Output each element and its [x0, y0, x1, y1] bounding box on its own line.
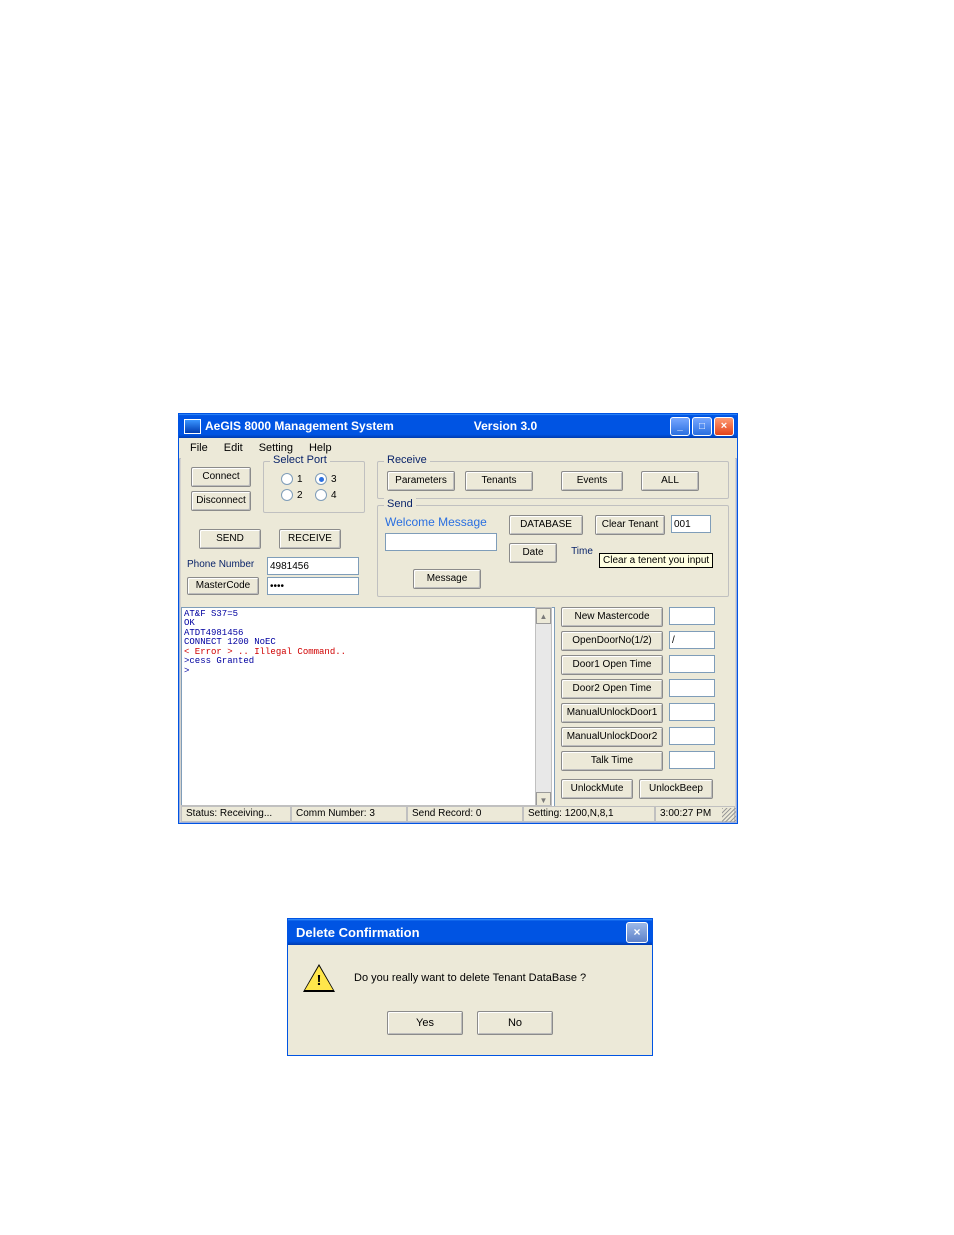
client-area: Connect Disconnect Select Port 1 3 2 4 S… — [181, 457, 735, 807]
mastercode-input[interactable] — [267, 577, 359, 595]
terminal-output: AT&F S37=5 OK ATDT4981456 CONNECT 1200 N… — [181, 607, 555, 809]
receive-button[interactable]: RECEIVE — [279, 529, 341, 549]
delete-confirmation-dialog: Delete Confirmation × ! Do you really wa… — [287, 918, 653, 1056]
main-window: AeGIS 8000 Management System Version 3.0… — [178, 413, 738, 824]
send-button[interactable]: SEND — [199, 529, 261, 549]
yes-button[interactable]: Yes — [387, 1011, 463, 1035]
maximize-icon[interactable]: □ — [692, 417, 712, 436]
door1-open-time-button[interactable]: Door1 Open Time — [561, 655, 663, 675]
status-setting: Setting: 1200,N,8,1 — [523, 806, 655, 822]
dialog-title: Delete Confirmation — [296, 925, 420, 940]
send-group-label: Send — [384, 498, 416, 510]
scroll-up-icon[interactable]: ▲ — [536, 608, 551, 624]
close-icon[interactable]: × — [714, 417, 734, 436]
port-1-radio[interactable]: 1 — [281, 473, 303, 485]
select-port-label: Select Port — [270, 454, 330, 466]
message-button[interactable]: Message — [413, 569, 481, 589]
connect-button[interactable]: Connect — [191, 467, 251, 487]
tenants-button[interactable]: Tenants — [465, 471, 533, 491]
no-button[interactable]: No — [477, 1011, 553, 1035]
dialog-title-bar[interactable]: Delete Confirmation × — [288, 919, 652, 945]
terminal-vscroll[interactable]: ▲ ▼ — [535, 607, 552, 807]
welcome-label: Welcome Message — [385, 515, 487, 529]
manual-unlock-door1-button[interactable]: ManualUnlockDoor1 — [561, 703, 663, 723]
app-icon — [184, 419, 201, 434]
menu-file[interactable]: File — [183, 441, 215, 455]
warning-icon: ! — [302, 963, 336, 993]
door2-open-time-input[interactable] — [669, 679, 715, 697]
menu-setting[interactable]: Setting — [252, 441, 300, 455]
status-sendrecord: Send Record: 0 — [407, 806, 523, 822]
talk-time-button[interactable]: Talk Time — [561, 751, 663, 771]
welcome-input[interactable] — [385, 533, 497, 551]
port-3-radio[interactable]: 3 — [315, 473, 337, 485]
time-label: Time — [565, 543, 599, 561]
phone-label: Phone Number — [187, 559, 254, 570]
new-mastercode-button[interactable]: New Mastercode — [561, 607, 663, 627]
open-door-button[interactable]: OpenDoorNo(1/2) — [561, 631, 663, 651]
port-4-radio[interactable]: 4 — [315, 489, 337, 501]
minimize-icon[interactable]: _ — [670, 417, 690, 436]
database-button[interactable]: DATABASE — [509, 515, 583, 535]
manual-unlock-door1-input[interactable] — [669, 703, 715, 721]
menu-edit[interactable]: Edit — [217, 441, 250, 455]
date-button[interactable]: Date — [509, 543, 557, 563]
unlock-beep-button[interactable]: UnlockBeep — [639, 779, 713, 799]
port-2-radio[interactable]: 2 — [281, 489, 303, 501]
clear-tenant-tooltip: Clear a tenent you input — [599, 553, 713, 568]
talk-time-input[interactable] — [669, 751, 715, 769]
clear-tenant-input[interactable] — [671, 515, 711, 533]
phone-input[interactable] — [267, 557, 359, 575]
status-text: Status: Receiving... — [181, 806, 291, 822]
parameters-button[interactable]: Parameters — [387, 471, 455, 491]
status-comm: Comm Number: 3 — [291, 806, 407, 822]
title-bar[interactable]: AeGIS 8000 Management System Version 3.0… — [179, 413, 737, 438]
manual-unlock-door2-input[interactable] — [669, 727, 715, 745]
dialog-close-icon[interactable]: × — [626, 922, 648, 943]
status-bar: Status: Receiving... Comm Number: 3 Send… — [181, 806, 735, 822]
menu-help[interactable]: Help — [302, 441, 339, 455]
window-title: AeGIS 8000 Management System Version 3.0 — [205, 419, 537, 433]
select-port-group: Select Port — [263, 461, 365, 513]
menu-bar: File Edit Setting Help — [179, 438, 737, 459]
dialog-message: Do you really want to delete Tenant Data… — [354, 972, 586, 984]
manual-unlock-door2-button[interactable]: ManualUnlockDoor2 — [561, 727, 663, 747]
open-door-input[interactable] — [669, 631, 715, 649]
door1-open-time-input[interactable] — [669, 655, 715, 673]
new-mastercode-input[interactable] — [669, 607, 715, 625]
disconnect-button[interactable]: Disconnect — [191, 491, 251, 511]
events-button[interactable]: Events — [561, 471, 623, 491]
unlock-mute-button[interactable]: UnlockMute — [561, 779, 633, 799]
door2-open-time-button[interactable]: Door2 Open Time — [561, 679, 663, 699]
receive-group-label: Receive — [384, 454, 430, 466]
all-button[interactable]: ALL — [641, 471, 699, 491]
mastercode-button[interactable]: MasterCode — [187, 577, 259, 595]
resize-grip-icon[interactable] — [722, 808, 736, 822]
clear-tenant-button[interactable]: Clear Tenant — [595, 515, 665, 535]
